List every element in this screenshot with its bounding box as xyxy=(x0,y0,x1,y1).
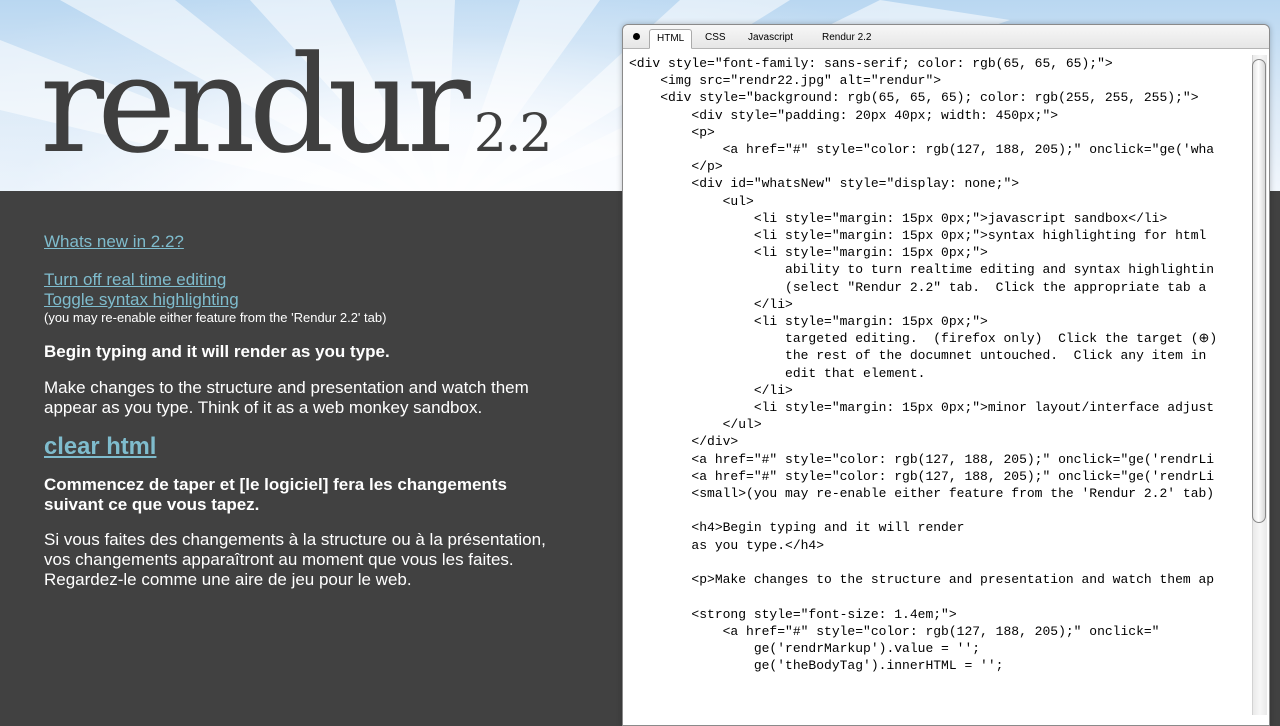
code-line: ge('theBodyTag').innerHTML = ''; xyxy=(753,658,1004,674)
code-line: </li> xyxy=(753,382,793,398)
code-line: <div id="whatsNew" style="display: none;… xyxy=(691,176,1020,192)
code-line: </p> xyxy=(691,159,723,175)
code-line: <div style="background: rgb(65, 65, 65);… xyxy=(660,90,1199,106)
code-line: <a href="#" style="color: rgb(127, 188, … xyxy=(722,142,1215,158)
tab-rendur[interactable]: Rendur 2.2 xyxy=(815,29,878,47)
code-line: edit that element. xyxy=(785,365,926,381)
whats-new-link[interactable]: Whats new in 2.2? xyxy=(44,232,564,252)
code-line: (select "Rendur 2.2" tab. Click the appr… xyxy=(785,279,1207,295)
logo-version: 2.2 xyxy=(473,104,553,164)
tab-javascript[interactable]: Javascript xyxy=(741,29,800,47)
code-editor-window: HTML CSS Javascript Rendur 2.2 <div styl… xyxy=(622,24,1270,726)
html-code-textarea[interactable]: <div style="font-family: sans-serif; col… xyxy=(629,55,1249,715)
code-line: <p> xyxy=(691,124,715,140)
code-line: <p>Make changes to the structure and pre… xyxy=(691,572,1215,588)
code-line: <li style="margin: 15px 0px;"> xyxy=(753,314,988,330)
code-line: as you type.</h4> xyxy=(691,537,825,553)
code-line: <a href="#" style="color: rgb(127, 188, … xyxy=(691,468,1215,484)
code-line: <div style="font-family: sans-serif; col… xyxy=(629,56,1113,71)
code-line: <li style="margin: 15px 0px;">javascript… xyxy=(753,210,1168,226)
code-line: <li style="margin: 15px 0px;">minor layo… xyxy=(753,400,1215,416)
code-line: <small>(you may re-enable either feature… xyxy=(691,486,1215,502)
code-line: ability to turn realtime editing and syn… xyxy=(785,262,1215,278)
code-line: </li> xyxy=(753,296,793,312)
code-line: <li style="margin: 15px 0px;">syntax hig… xyxy=(753,228,1207,244)
editor-tab-bar: HTML CSS Javascript Rendur 2.2 xyxy=(623,25,1269,49)
code-line: <img src="rendr22.jpg" alt="rendur"> xyxy=(660,73,942,89)
code-line: <a href="#" style="color: rgb(127, 188, … xyxy=(691,451,1215,467)
rendur-logo: rendur 2.2 xyxy=(40,38,553,172)
heading-en: Begin typing and it will render as you t… xyxy=(44,342,390,361)
heading-fr: Commencez de taper et [le logiciel] fera… xyxy=(44,475,507,514)
code-line: <ul> xyxy=(722,193,754,209)
code-line: </ul> xyxy=(722,417,762,433)
code-line: <a href="#" style="color: rgb(127, 188, … xyxy=(722,623,1160,639)
target-dot-icon[interactable] xyxy=(633,33,640,40)
tab-css[interactable]: CSS xyxy=(698,29,733,47)
toggle-syntax-link[interactable]: Toggle syntax highlighting xyxy=(44,290,564,310)
code-line: </div> xyxy=(691,434,739,450)
code-line: the rest of the documnet untouched. Clic… xyxy=(785,348,1207,364)
paragraph-en: Make changes to the structure and presen… xyxy=(44,378,529,417)
code-line: <strong style="font-size: 1.4em;"> xyxy=(691,606,957,622)
code-line: ge('rendrMarkup').value = ''; xyxy=(753,640,981,656)
toggle-realtime-link[interactable]: Turn off real time editing xyxy=(44,270,564,290)
code-line: targeted editing. (firefox only) Click t… xyxy=(785,331,1218,347)
paragraph-fr: Si vous faites des changements à la stru… xyxy=(44,530,546,589)
code-line: <li style="margin: 15px 0px;"> xyxy=(753,245,988,261)
code-line: <div style="padding: 20px 40px; width: 4… xyxy=(691,107,1059,123)
logo-word: rendur xyxy=(40,27,471,183)
tab-html[interactable]: HTML xyxy=(649,29,693,49)
reenable-note: (you may re-enable either feature from t… xyxy=(44,310,387,325)
code-line: <h4>Begin typing and it will render xyxy=(691,520,965,536)
scrollbar-thumb[interactable] xyxy=(1252,59,1266,523)
intro-panel: Whats new in 2.2? Turn off real time edi… xyxy=(44,232,564,590)
clear-html-link[interactable]: clear html xyxy=(44,433,156,461)
